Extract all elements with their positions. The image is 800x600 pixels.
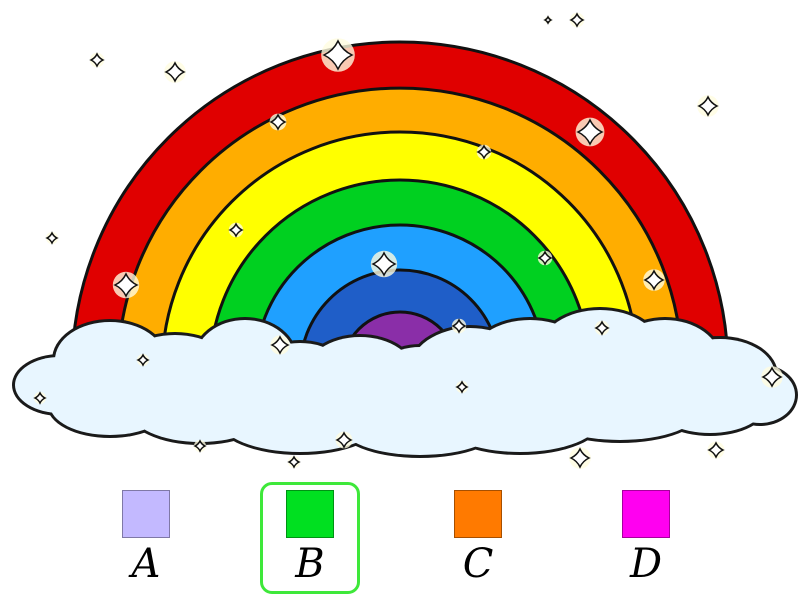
swatch-a	[122, 490, 170, 538]
option-c-letter: C	[462, 541, 494, 587]
option-b-letter: B	[295, 541, 325, 587]
cloud-puff	[655, 377, 765, 433]
option-b[interactable]: B	[260, 482, 360, 594]
option-d[interactable]: D	[596, 482, 696, 594]
option-c[interactable]: C	[428, 482, 528, 594]
option-a[interactable]: A	[96, 482, 196, 594]
swatch-c	[454, 490, 502, 538]
swatch-d	[622, 490, 670, 538]
swatch-b	[286, 490, 334, 538]
option-d-letter: D	[629, 541, 663, 587]
option-a-letter: A	[131, 541, 161, 587]
